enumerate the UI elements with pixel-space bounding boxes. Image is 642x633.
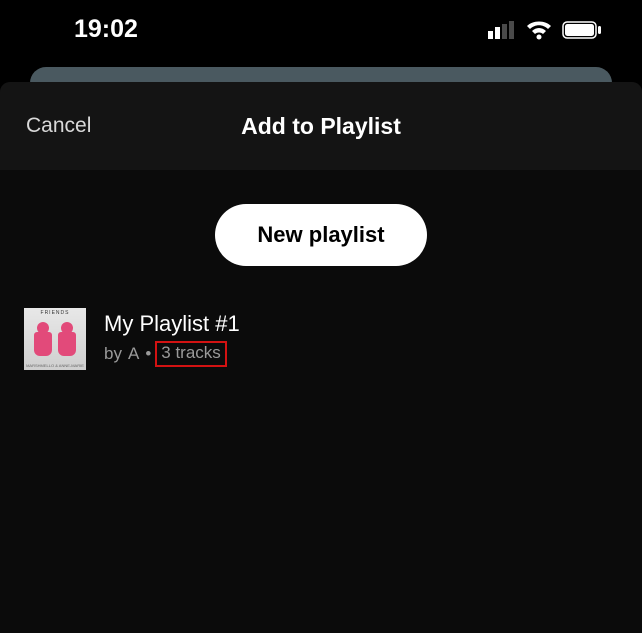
cellular-icon bbox=[488, 21, 516, 39]
add-to-playlist-sheet: Cancel Add to Playlist New playlist FRIE… bbox=[0, 82, 642, 633]
playlist-track-count: 3 tracks bbox=[155, 341, 227, 367]
status-bar: 19:02 bbox=[0, 0, 642, 55]
cover-artist-text: MARSHMELLO & ANNE-MARIE bbox=[24, 363, 86, 368]
playlist-row[interactable]: FRIENDS MARSHMELLO & ANNE-MARIE My Playl… bbox=[24, 308, 618, 370]
new-playlist-wrap: New playlist bbox=[24, 204, 618, 266]
meta-separator-dot: • bbox=[145, 344, 151, 364]
playlist-cover: FRIENDS MARSHMELLO & ANNE-MARIE bbox=[24, 308, 86, 370]
battery-icon bbox=[562, 21, 602, 39]
playlist-name: My Playlist #1 bbox=[104, 311, 240, 337]
cancel-button[interactable]: Cancel bbox=[26, 114, 91, 138]
screen: 19:02 bbox=[0, 0, 642, 633]
playlist-info: My Playlist #1 by A • 3 tracks bbox=[104, 311, 240, 367]
wifi-icon bbox=[526, 20, 552, 40]
status-time: 19:02 bbox=[74, 15, 138, 44]
sheet-header: Cancel Add to Playlist bbox=[0, 82, 642, 170]
sheet-title: Add to Playlist bbox=[241, 113, 401, 140]
playlist-meta: by A • 3 tracks bbox=[104, 341, 240, 367]
cover-title-text: FRIENDS bbox=[24, 310, 86, 316]
new-playlist-button[interactable]: New playlist bbox=[215, 204, 426, 266]
playlist-by-prefix: by bbox=[104, 344, 122, 364]
background-card-peek bbox=[30, 67, 612, 83]
sheet-content: New playlist FRIENDS MARSHMELLO & ANNE-M… bbox=[0, 170, 642, 404]
playlist-author: A bbox=[128, 344, 139, 364]
status-indicators bbox=[488, 20, 602, 40]
